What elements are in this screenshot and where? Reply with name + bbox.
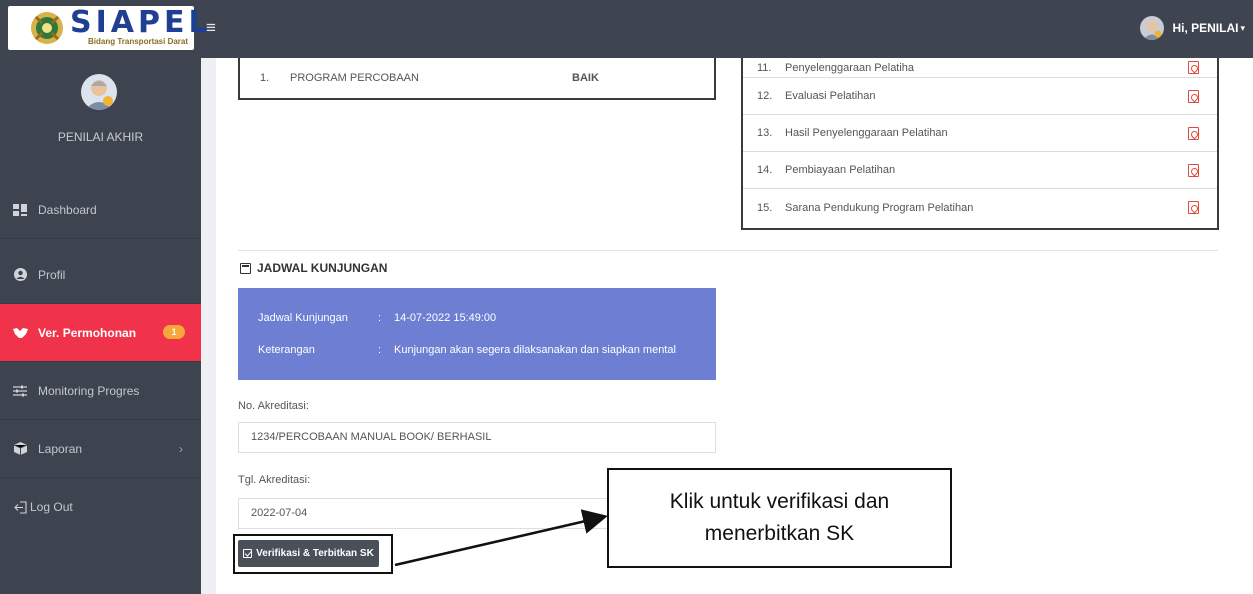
table-row: 11. Penyelenggaraan Pelatiha [743, 58, 1217, 78]
chevron-right-icon: › [179, 441, 183, 456]
row-number: 12. [757, 90, 773, 102]
user-greeting: Hi, PENILAI [1172, 21, 1239, 35]
logo-emblem-icon [31, 12, 63, 44]
separator: : [378, 344, 382, 356]
schedule-note-label: Keterangan [258, 344, 315, 356]
user-circle-icon [12, 268, 28, 282]
schedule-note-value: Kunjungan akan segera dilaksanakan dan s… [394, 344, 676, 356]
document-name: Penyelenggaraan Pelatiha [785, 61, 915, 74]
verify-button-highlight: Verifikasi & Terbitkan SK [233, 534, 393, 574]
pdf-icon[interactable] [1188, 201, 1199, 214]
verify-button-label: Verifikasi & Terbitkan SK [256, 548, 374, 559]
notification-badge: 1 [163, 325, 185, 339]
sidebar-item-label: Profil [38, 267, 66, 282]
document-name: Sarana Pendukung Program Pelatihan [785, 201, 974, 214]
sidebar-item-monitoring[interactable]: Monitoring Progres [0, 362, 201, 420]
accreditation-date-label: Tgl. Akreditasi: [238, 474, 311, 486]
calendar-icon [240, 262, 251, 274]
program-number: 1. [260, 72, 270, 84]
logo-subtitle: Bidang Transportasi Darat [88, 37, 189, 46]
pdf-icon[interactable] [1188, 89, 1199, 103]
callout-line-2: menerbitkan SK [704, 522, 855, 545]
callout-line-1: Klik untuk verifikasi dan [669, 490, 890, 513]
program-name: PROGRAM PERCOBAAN [290, 72, 419, 84]
sliders-icon [12, 384, 28, 398]
accreditation-no-label: No. Akreditasi: [238, 400, 309, 412]
document-table: 11. Penyelenggaraan Pelatiha 12. Evaluas… [741, 58, 1219, 230]
program-result: BAIK [572, 72, 599, 84]
schedule-info-box: Jadwal Kunjungan : 14-07-2022 15:49:00 K… [238, 288, 716, 380]
table-row: 14. Pembiayaan Pelatihan [743, 152, 1217, 189]
top-navbar: SIAPEL Bidang Transportasi Darat ≡ Hi, P… [0, 0, 1253, 58]
sidebar-avatar [81, 74, 117, 110]
dashboard-icon [12, 203, 28, 217]
schedule-note-row: Keterangan : Kunjungan akan segera dilak… [258, 344, 676, 356]
sidebar-item-dashboard[interactable]: Dashboard [0, 181, 201, 239]
checkbox-icon [243, 549, 253, 558]
user-menu[interactable]: Hi, PENILAI ▾ [1140, 16, 1245, 40]
schedule-title: JADWAL KUNJUNGAN [257, 261, 388, 275]
pdf-icon[interactable] [1188, 163, 1199, 177]
row-number: 14. [757, 164, 773, 176]
row-number: 13. [757, 127, 773, 139]
program-table: 1. PROGRAM PERCOBAAN BAIK [238, 58, 716, 100]
row-number: 11. [757, 61, 772, 74]
handshake-icon [12, 326, 28, 340]
schedule-date-row: Jadwal Kunjungan : 14-07-2022 15:49:00 [258, 312, 496, 324]
sidebar-item-profil[interactable]: Profil [0, 246, 201, 304]
accreditation-no-field[interactable]: 1234/PERCOBAAN MANUAL BOOK/ BERHASIL [238, 422, 716, 453]
sidebar-item-label: Dashboard [38, 202, 97, 217]
user-avatar-icon [85, 80, 113, 110]
document-name: Evaluasi Pelatihan [785, 90, 876, 102]
sidebar-item-ver-permohonan[interactable]: Ver. Permohonan 1 [0, 304, 201, 362]
pdf-icon[interactable] [1188, 126, 1199, 140]
document-name: Hasil Penyelenggaraan Pelatihan [785, 127, 948, 139]
table-row: 13. Hasil Penyelenggaraan Pelatihan [743, 115, 1217, 152]
schedule-date-label: Jadwal Kunjungan [258, 312, 348, 324]
hamburger-icon[interactable]: ≡ [206, 19, 216, 36]
caret-down-icon: ▾ [1240, 22, 1245, 33]
logo-title: SIAPEL [70, 5, 212, 40]
pdf-icon[interactable] [1188, 61, 1199, 74]
separator: : [378, 312, 382, 324]
table-row: 12. Evaluasi Pelatihan [743, 78, 1217, 115]
annotation-callout: Klik untuk verifikasi dan menerbitkan SK [607, 468, 952, 568]
schedule-date-value: 14-07-2022 15:49:00 [394, 312, 497, 324]
row-number: 15. [757, 201, 773, 214]
box-icon [12, 442, 28, 456]
sidebar-role: PENILAI AKHIR [57, 130, 144, 144]
user-avatar-icon [1143, 21, 1162, 40]
document-name: Pembiayaan Pelatihan [785, 164, 896, 176]
logout-icon [12, 500, 28, 514]
sidebar-item-laporan[interactable]: Laporan › [0, 420, 201, 478]
section-divider [238, 250, 1218, 251]
sidebar-item-label: Monitoring Progres [38, 383, 140, 398]
avatar [1140, 16, 1165, 40]
sidebar-item-label: Log Out [30, 500, 73, 514]
verify-issue-sk-button[interactable]: Verifikasi & Terbitkan SK [238, 540, 379, 567]
sidebar-item-label: Laporan [38, 441, 83, 456]
sidebar-item-label: Ver. Permohonan [38, 325, 137, 340]
app-logo[interactable]: SIAPEL Bidang Transportasi Darat [8, 6, 208, 50]
table-row: 15. Sarana Pendukung Program Pelatihan [743, 189, 1217, 226]
sidebar-item-logout[interactable]: Log Out [0, 478, 201, 536]
sidebar: PENILAI AKHIR Dashboard Profil Ver. Perm… [0, 58, 201, 594]
schedule-heading: JADWAL KUNJUNGAN [240, 261, 387, 275]
